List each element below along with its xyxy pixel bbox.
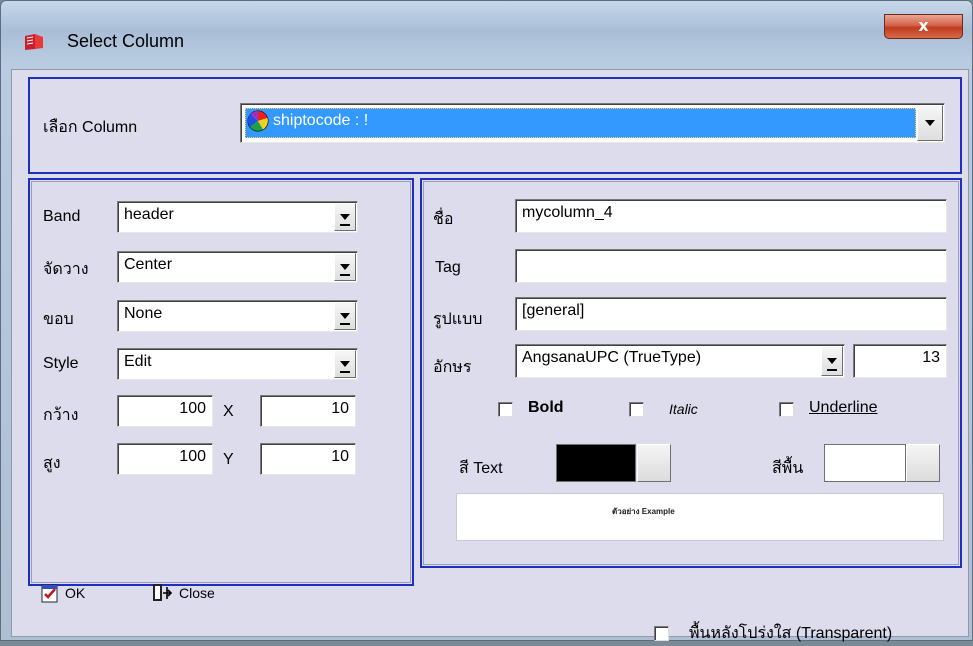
text-color-picker-button[interactable] bbox=[637, 444, 671, 482]
format-input[interactable]: [general] bbox=[515, 297, 947, 331]
italic-label: Italic bbox=[669, 401, 698, 417]
align-label: จัดวาง bbox=[43, 261, 89, 278]
arrow-underline bbox=[340, 224, 350, 226]
style-combo[interactable]: Edit bbox=[117, 348, 358, 380]
format-label: รูปแบบ bbox=[433, 311, 483, 328]
color-wheel-icon bbox=[247, 110, 269, 132]
ok-label: OK bbox=[65, 585, 86, 601]
transparent-label: พื้นหลังโปร่งใส (Transparent) bbox=[689, 625, 893, 642]
chevron-down-icon bbox=[340, 361, 350, 367]
column-select-combo[interactable]: shiptocode : ! bbox=[240, 103, 945, 143]
border-label: ขอบ bbox=[43, 311, 74, 328]
text-color-swatch[interactable] bbox=[556, 444, 636, 482]
font-value: AngsanaUPC (TrueType) bbox=[522, 349, 702, 366]
font-dropdown-button[interactable] bbox=[821, 346, 843, 376]
border-dropdown-button[interactable] bbox=[334, 302, 356, 330]
arrow-underline bbox=[340, 371, 350, 373]
chevron-down-icon bbox=[340, 214, 350, 220]
underline-label: Underline bbox=[809, 399, 878, 416]
y-input[interactable]: 10 bbox=[260, 443, 356, 475]
close-label: Close bbox=[179, 585, 215, 601]
bold-label: Bold bbox=[528, 399, 564, 416]
chevron-down-icon bbox=[340, 264, 350, 270]
font-combo[interactable]: AngsanaUPC (TrueType) bbox=[515, 344, 845, 378]
bg-color-picker-button[interactable] bbox=[906, 444, 940, 482]
font-preview-box: ตัวอย่าง Example bbox=[456, 493, 944, 541]
align-value: Center bbox=[124, 256, 173, 273]
text-color-label: สี Text bbox=[459, 460, 503, 477]
close-window-button[interactable]: x bbox=[884, 14, 963, 39]
underline-checkbox[interactable] bbox=[779, 402, 794, 417]
align-combo[interactable]: Center bbox=[117, 251, 358, 283]
width-input[interactable]: 100 bbox=[117, 395, 213, 427]
checked-doc-icon bbox=[41, 584, 58, 603]
name-input[interactable]: mycolumn_4 bbox=[515, 199, 947, 233]
column-select-value: shiptocode : ! bbox=[273, 112, 369, 129]
band-value: header bbox=[124, 206, 174, 223]
chevron-down-icon bbox=[340, 313, 350, 319]
style-label: Style bbox=[43, 355, 79, 372]
chevron-down-icon bbox=[827, 358, 837, 364]
tag-input[interactable] bbox=[515, 249, 947, 283]
font-label: อักษร bbox=[433, 359, 472, 376]
bg-color-label: สีพื้น bbox=[772, 460, 804, 477]
band-label: Band bbox=[43, 208, 81, 225]
style-value: Edit bbox=[124, 353, 152, 370]
italic-checkbox[interactable] bbox=[629, 402, 644, 417]
band-combo[interactable]: header bbox=[117, 201, 358, 233]
band-dropdown-button[interactable] bbox=[334, 203, 356, 231]
border-value: None bbox=[124, 305, 163, 322]
transparent-checkbox[interactable] bbox=[654, 626, 669, 641]
arrow-underline bbox=[340, 274, 350, 276]
title-bar[interactable]: Select Column x bbox=[1, 1, 973, 69]
border-combo[interactable]: None bbox=[117, 300, 358, 332]
chevron-down-icon bbox=[925, 120, 935, 126]
x-input[interactable]: 10 bbox=[260, 395, 356, 427]
font-preview-text: ตัวอย่าง Example bbox=[612, 507, 675, 516]
width-label: กว้าง bbox=[43, 407, 79, 424]
dialog-window: Select Column x เลือก Column shiptocode … bbox=[0, 0, 973, 642]
align-dropdown-button[interactable] bbox=[334, 253, 356, 281]
ok-button[interactable]: OK bbox=[41, 583, 85, 603]
layout-group-inner bbox=[31, 181, 411, 583]
column-select-label: เลือก Column bbox=[43, 119, 138, 136]
style-dropdown-button[interactable] bbox=[334, 350, 356, 378]
report-icon bbox=[25, 34, 43, 50]
height-input[interactable]: 100 bbox=[117, 443, 213, 475]
font-size-input[interactable]: 13 bbox=[853, 344, 947, 378]
tag-label: Tag bbox=[435, 259, 461, 276]
y-label: Y bbox=[223, 451, 234, 468]
close-button[interactable]: Close bbox=[151, 583, 215, 603]
arrow-underline bbox=[340, 323, 350, 325]
column-select-dropdown-button[interactable] bbox=[917, 105, 943, 141]
bold-checkbox[interactable] bbox=[498, 402, 513, 417]
bg-color-swatch[interactable] bbox=[824, 444, 906, 482]
exit-door-icon bbox=[153, 584, 173, 601]
x-label: X bbox=[223, 403, 234, 420]
arrow-underline bbox=[827, 369, 837, 371]
height-label: สูง bbox=[43, 455, 61, 472]
name-label: ชื่อ bbox=[433, 211, 454, 228]
window-title: Select Column bbox=[67, 31, 185, 51]
